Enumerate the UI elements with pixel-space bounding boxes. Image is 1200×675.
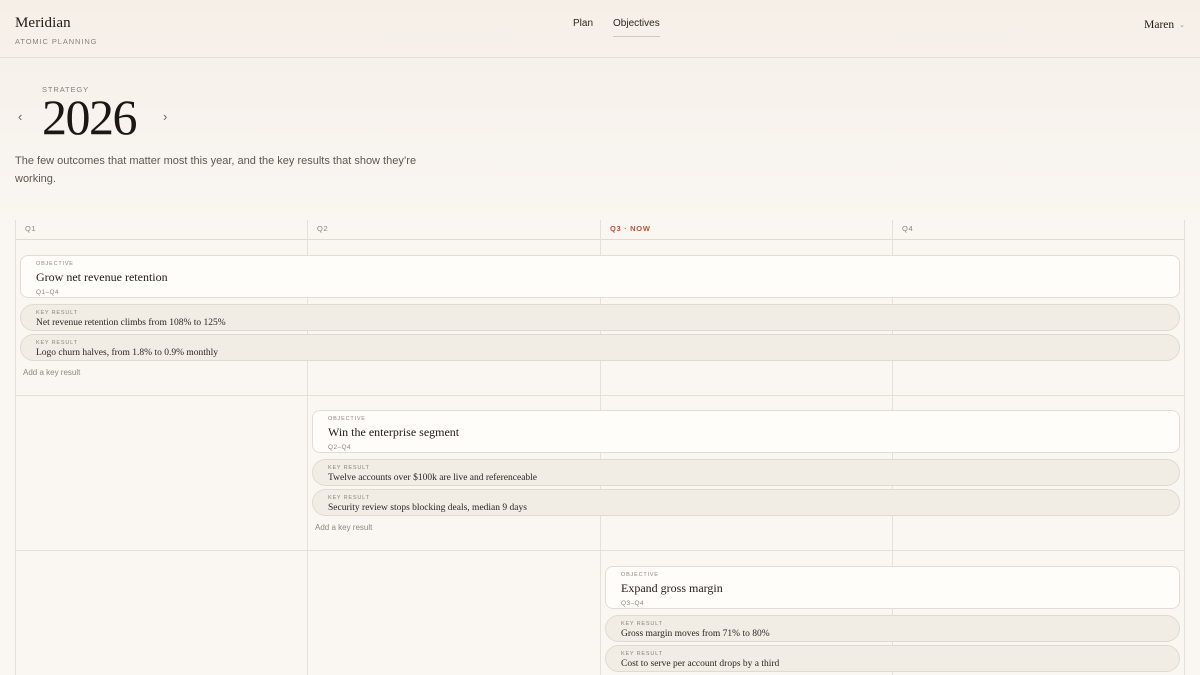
objective-card[interactable]: OBJECTIVE Expand gross margin Q3–Q4 — [605, 566, 1180, 609]
add-key-result-button[interactable]: Add a key result — [23, 368, 80, 377]
objective-title: Expand gross margin — [621, 581, 723, 595]
objective-card[interactable]: OBJECTIVE Grow net revenue retention Q1–… — [20, 255, 1180, 298]
key-result-card[interactable]: KEY RESULT Logo churn halves, from 1.8% … — [20, 334, 1180, 361]
key-result-tag: KEY RESULT — [621, 651, 663, 657]
key-result-title: Logo churn halves, from 1.8% to 0.9% mon… — [36, 348, 219, 358]
objective-tag: OBJECTIVE — [621, 572, 659, 578]
key-result-title: Twelve accounts over $100k are live and … — [328, 473, 538, 483]
objective-range: Q1–Q4 — [36, 289, 59, 296]
objective-range: Q2–Q4 — [328, 444, 351, 451]
nav-objectives[interactable]: Objectives — [613, 18, 660, 37]
key-result-card[interactable]: KEY RESULT Gross margin moves from 71% t… — [605, 615, 1180, 642]
chevron-down-icon[interactable]: ⌄ — [1179, 21, 1185, 29]
key-result-tag: KEY RESULT — [621, 621, 663, 627]
objective-tag: OBJECTIVE — [328, 416, 366, 422]
key-result-title: Gross margin moves from 71% to 80% — [621, 629, 770, 639]
key-result-tag: KEY RESULT — [328, 465, 370, 471]
brand-name[interactable]: Meridian — [15, 15, 97, 32]
user-name[interactable]: Maren — [1144, 19, 1174, 31]
grid-line — [15, 220, 16, 675]
chevron-left-icon[interactable]: ‹ — [18, 110, 22, 123]
quarter-header-q2: Q2 — [317, 224, 329, 233]
quarter-header-q1: Q1 — [25, 224, 37, 233]
top-header: Meridian ATOMIC PLANNING Plan Objectives… — [0, 0, 1200, 58]
key-result-title: Net revenue retention climbs from 108% t… — [36, 318, 226, 328]
quarter-header-q4: Q4 — [902, 224, 914, 233]
objective-title: Grow net revenue retention — [36, 270, 168, 284]
objective-range: Q3–Q4 — [621, 600, 644, 607]
key-result-card[interactable]: KEY RESULT Twelve accounts over $100k ar… — [312, 459, 1180, 486]
grid-line — [1184, 220, 1185, 675]
page-title: 2026 — [42, 89, 138, 145]
row-divider — [15, 550, 1185, 551]
main-nav: Plan Objectives — [573, 18, 660, 37]
objective-card[interactable]: OBJECTIVE Win the enterprise segment Q2–… — [312, 410, 1180, 453]
add-key-result-button[interactable]: Add a key result — [315, 523, 372, 532]
quarter-timeline: Q1 Q2 Q3 · NOW Q4 OBJECTIVE Grow net rev… — [15, 220, 1185, 675]
user-menu[interactable]: Maren ⌄ — [1144, 19, 1185, 31]
row-divider — [15, 395, 1185, 396]
key-result-tag: KEY RESULT — [328, 495, 370, 501]
key-result-card[interactable]: KEY RESULT Cost to serve per account dro… — [605, 645, 1180, 672]
nav-plan[interactable]: Plan — [573, 18, 593, 37]
key-result-card[interactable]: KEY RESULT Net revenue retention climbs … — [20, 304, 1180, 331]
objective-title: Win the enterprise segment — [328, 425, 460, 439]
brand-subtitle: ATOMIC PLANNING — [15, 37, 98, 46]
key-result-title: Security review stops blocking deals, me… — [328, 503, 527, 513]
brand[interactable]: Meridian ATOMIC PLANNING — [15, 15, 97, 46]
quarter-header-q3-now: Q3 · NOW — [610, 224, 651, 233]
key-result-tag: KEY RESULT — [36, 340, 78, 346]
objective-tag: OBJECTIVE — [36, 261, 74, 267]
key-result-card[interactable]: KEY RESULT Security review stops blockin… — [312, 489, 1180, 516]
key-result-title: Cost to serve per account drops by a thi… — [621, 659, 780, 669]
chevron-right-icon[interactable]: › — [163, 110, 167, 123]
page-description: The few outcomes that matter most this y… — [15, 155, 417, 185]
key-result-tag: KEY RESULT — [36, 310, 78, 316]
